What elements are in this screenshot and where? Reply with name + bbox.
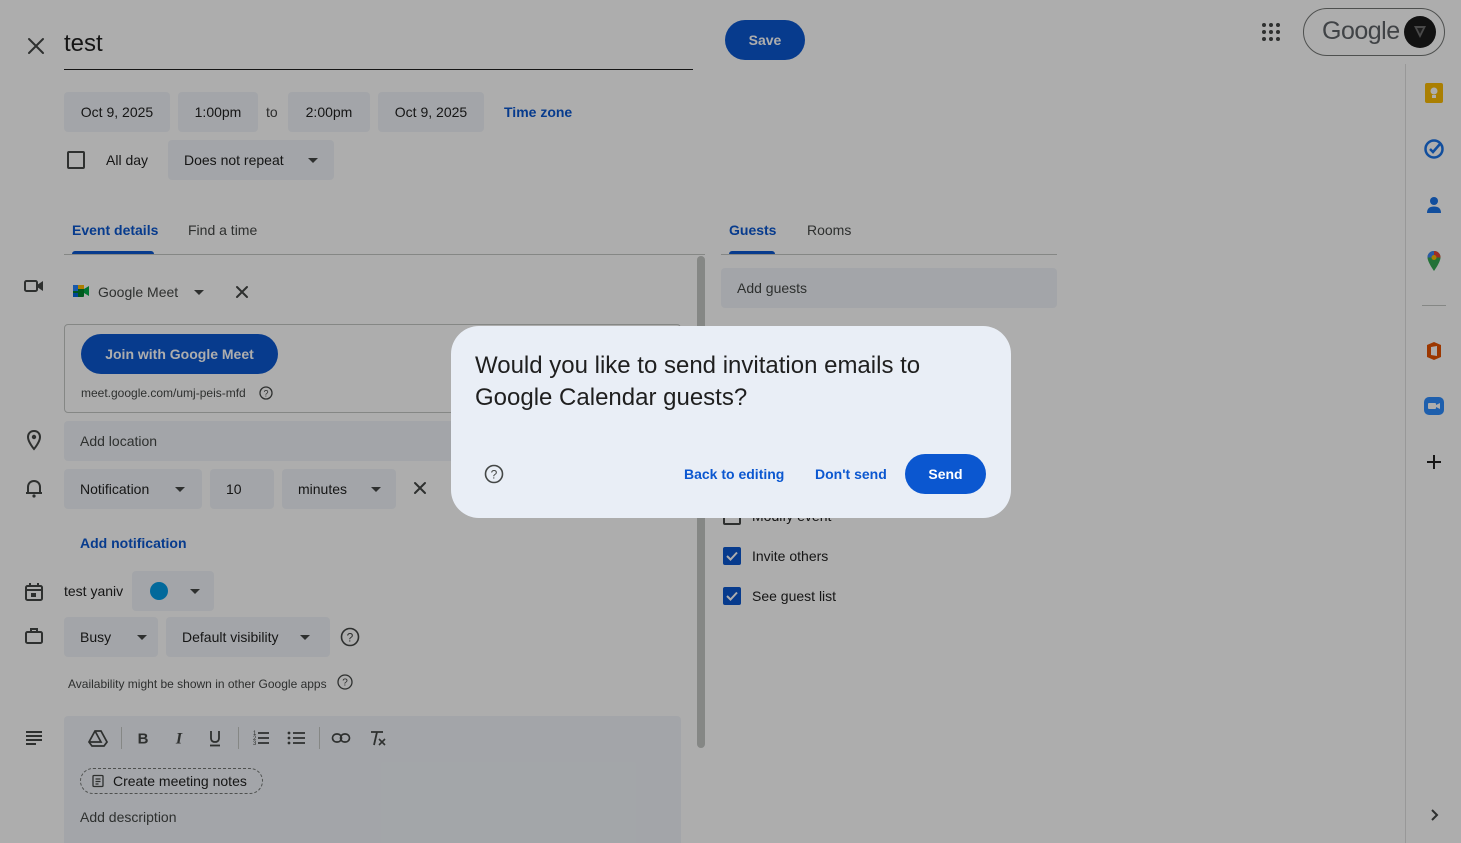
send-button[interactable]: Send (905, 454, 986, 494)
dialog-title: Would you like to send invitation emails… (475, 352, 921, 411)
svg-text:?: ? (491, 468, 498, 482)
send-invitations-dialog: Would you like to send invitation emails… (451, 326, 1011, 518)
dont-send-button[interactable]: Don't send (815, 466, 887, 482)
help-icon[interactable]: ? (484, 464, 504, 484)
back-to-editing-button[interactable]: Back to editing (684, 466, 784, 482)
